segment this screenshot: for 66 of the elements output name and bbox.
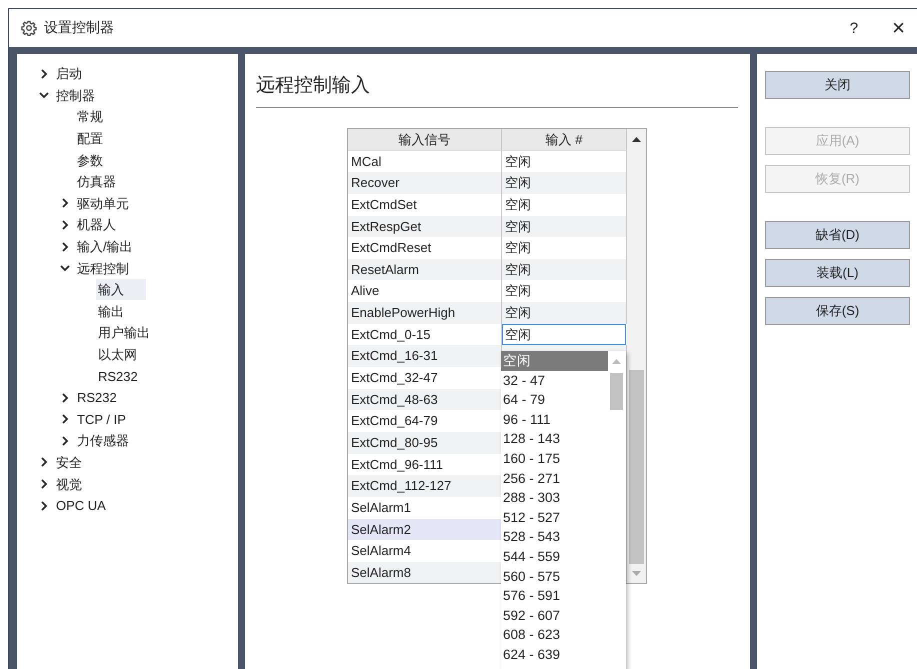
table-cell: 空闲 — [502, 172, 627, 194]
dropdown-option[interactable]: 608 - 623 — [501, 625, 608, 645]
tree-item[interactable]: RS232 — [96, 366, 142, 387]
tree-item[interactable]: 安全 — [54, 452, 86, 473]
column-header[interactable]: 输入 # — [502, 129, 627, 151]
tree-item[interactable]: 驱动单元 — [75, 192, 133, 214]
scrollbar-thumb[interactable] — [610, 373, 623, 410]
tree-item[interactable]: 仿真器 — [75, 171, 120, 192]
dropdown-option[interactable]: 32 - 47 — [501, 370, 608, 390]
dropdown-option[interactable]: 160 - 175 — [501, 448, 608, 469]
scrollbar-thumb[interactable] — [629, 370, 644, 564]
dropdown-field[interactable]: 空闲 — [502, 324, 626, 346]
tree-item[interactable]: RS232 — [75, 387, 121, 408]
table-cell: ExtCmd_48-63 — [348, 388, 502, 410]
dropdown-option[interactable]: 624 - 639 — [501, 644, 608, 664]
table-cell: 空闲 — [502, 258, 627, 280]
scroll-up-icon[interactable] — [632, 136, 641, 142]
tree-item[interactable]: 启动 — [54, 63, 86, 84]
dropdown-option[interactable]: 576 - 591 — [501, 586, 608, 606]
table-cell: 空闲 — [502, 216, 627, 238]
tree-item[interactable]: 输入/输出 — [75, 236, 137, 258]
dropdown-option[interactable]: 256 - 271 — [501, 468, 608, 488]
tree-item[interactable]: 力传感器 — [75, 430, 133, 452]
dropdown-option[interactable]: 128 - 143 — [501, 429, 608, 449]
dropdown-option[interactable]: 空闲 — [501, 351, 608, 371]
table-cell: ExtRespGet — [348, 216, 502, 238]
tree-item[interactable]: 远程控制 — [75, 258, 133, 279]
table-cell: 空闲 — [502, 302, 627, 324]
action-button[interactable]: 保存(S) — [765, 297, 910, 325]
tree-item[interactable]: 以太网 — [96, 344, 141, 366]
dropdown-option[interactable]: 528 - 543 — [501, 527, 608, 547]
gear-icon — [21, 20, 37, 36]
tree-item[interactable]: 配置 — [75, 128, 107, 150]
tree-item[interactable]: 用户输出 — [96, 322, 154, 344]
tree-item[interactable]: 参数 — [75, 150, 107, 171]
page-heading: 远程控制输入 — [256, 72, 738, 108]
dropdown-option[interactable]: 544 - 559 — [501, 546, 608, 567]
table-cell: ExtCmd_80-95 — [348, 432, 502, 454]
dropdown-option[interactable]: 288 - 303 — [501, 488, 608, 508]
dropdown-option[interactable]: 592 - 607 — [501, 606, 608, 626]
table-cell: ResetAlarm — [348, 258, 502, 280]
tree-item[interactable]: OPC UA — [54, 495, 110, 516]
dropdown-option[interactable]: 64 - 79 — [501, 390, 608, 410]
action-button[interactable]: 装载(L) — [765, 259, 910, 287]
column-header[interactable]: 输入信号 — [348, 129, 502, 151]
table-cell: Recover — [348, 172, 502, 194]
table-cell: EnablePowerHigh — [348, 302, 502, 324]
table-cell: ExtCmd_16-31 — [348, 345, 502, 368]
tree-item[interactable]: 常规 — [75, 106, 107, 128]
tree-item[interactable]: 控制器 — [54, 84, 99, 106]
tree-item[interactable]: 机器人 — [75, 214, 120, 236]
help-button[interactable]: ? — [850, 20, 858, 36]
window-title: 设置控制器 — [44, 19, 114, 37]
tree-item[interactable]: 输出 — [96, 300, 128, 322]
tree-item[interactable]: 输入 — [96, 279, 146, 300]
tree-item[interactable]: TCP / IP — [75, 408, 130, 430]
table-cell: ExtCmd_112-127 — [348, 475, 502, 497]
dropdown-option[interactable]: 512 - 527 — [501, 508, 608, 528]
tree-item[interactable]: 视觉 — [54, 474, 86, 495]
table-cell: SelAlarm8 — [348, 562, 502, 584]
dropdown-option[interactable]: 96 - 111 — [501, 410, 608, 430]
action-button[interactable]: 缺省(D) — [765, 221, 910, 249]
table-cell: SelAlarm2 — [348, 518, 502, 540]
action-button[interactable]: 关闭 — [765, 71, 910, 99]
close-button[interactable]: × — [892, 15, 905, 41]
dropdown-option[interactable]: 560 - 575 — [501, 566, 608, 586]
